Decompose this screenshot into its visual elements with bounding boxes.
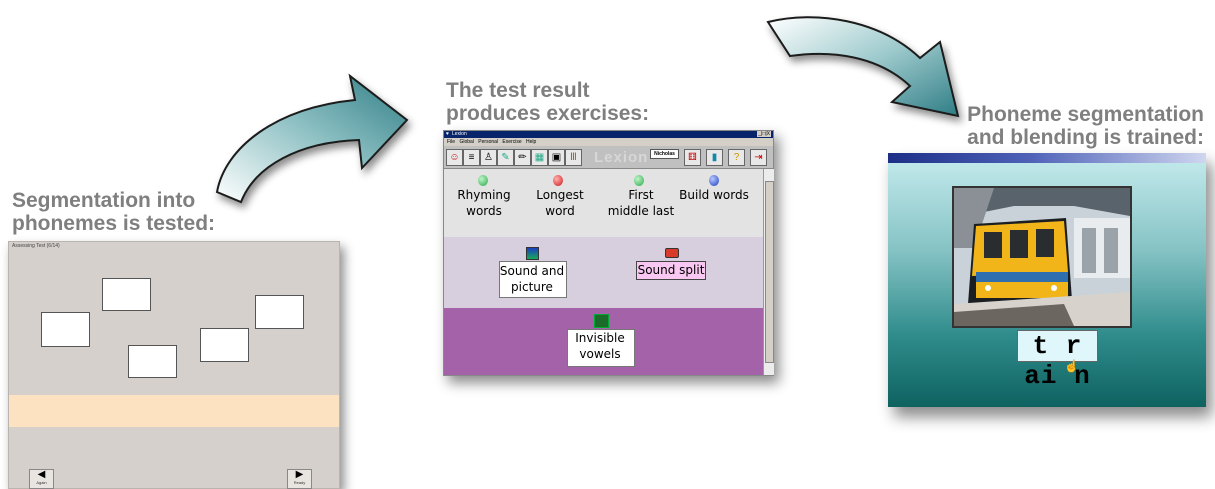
caption-step2-line2: produces exercises: — [446, 102, 650, 125]
hand-cursor-icon: ☝ — [1064, 359, 1079, 373]
window-title: Lexion — [452, 131, 467, 137]
exercise-zone-1: Rhyming words Longest word First middle … — [444, 169, 763, 237]
caption-step2: The test result produces exercises: — [446, 79, 649, 125]
ready-button[interactable]: ▶ Ready — [287, 469, 312, 489]
arrow-step1-to-step2 — [215, 73, 409, 204]
green-dot-icon — [478, 175, 488, 186]
answer-box[interactable] — [255, 295, 304, 329]
caption-step2-line1: The test result — [446, 79, 590, 102]
menu-file[interactable]: File — [447, 139, 455, 145]
toolbar: ☺ ≡ ♙ ✎ ✏ ▦ ▣ Ⅲ Lexion Nicholas ⚅ ▮ ? ⇥ — [444, 146, 773, 169]
picture-icon — [526, 247, 539, 260]
user-name: Nicholas — [650, 149, 679, 159]
book-icon[interactable]: ▣ — [548, 149, 565, 166]
menu-personal[interactable]: Personal — [478, 139, 498, 145]
person-icon[interactable]: ♙ — [480, 149, 497, 166]
caption-step1-line2: phonemes is tested: — [12, 212, 216, 235]
answer-box[interactable] — [102, 278, 151, 311]
exercise-label: Longest — [536, 188, 584, 202]
leaf-icon — [594, 314, 609, 328]
title-bar: ♥ Lexion _|□|X — [444, 131, 773, 138]
exercise-label: Sound and — [499, 264, 565, 278]
answer-box[interactable] — [200, 328, 249, 362]
brush-icon[interactable]: ✎ — [497, 149, 514, 166]
exercise-label: middle last — [607, 204, 675, 218]
caption-step3-line2: and blending is trained: — [967, 126, 1204, 149]
training-window: t r ai n ☝ — [888, 153, 1206, 407]
green-dot-icon — [634, 175, 644, 186]
answer-band — [9, 395, 339, 427]
app-icon: ♥ — [446, 131, 449, 137]
menu-help[interactable]: Help — [526, 139, 536, 145]
exercise-rhyming-words[interactable]: Rhyming words — [448, 187, 520, 219]
exercise-sound-split[interactable]: Sound split — [636, 261, 706, 280]
face-icon[interactable]: ☺ — [446, 149, 463, 166]
exercise-label: Sound split — [637, 263, 705, 277]
scrollbar-thumb[interactable] — [765, 181, 774, 363]
exercise-label: Invisible — [575, 331, 625, 345]
answer-box[interactable] — [128, 345, 177, 378]
vertical-scrollbar[interactable] — [763, 169, 774, 375]
menu-exercise[interactable]: Exercise — [502, 139, 521, 145]
list-icon[interactable]: ≡ — [463, 149, 480, 166]
dice-split-icon — [665, 248, 679, 258]
train-picture — [954, 188, 1130, 326]
ready-label: Ready — [293, 480, 306, 485]
exercise-label: vowels — [579, 347, 621, 361]
exercise-label: Rhyming — [457, 188, 511, 202]
exercise-label: First — [628, 188, 654, 202]
exercise-label: picture — [511, 280, 553, 294]
lexion-logo: Lexion — [594, 149, 649, 166]
menu-bar: File Global Personal Exercise Help — [444, 138, 773, 146]
exercise-zone-3: Invisible vowels — [444, 308, 763, 375]
caption-step3-line1: Phoneme segmentation — [967, 103, 1204, 126]
again-button[interactable]: ◀ Again — [29, 469, 54, 489]
caption-step1: Segmentation into phonemes is tested: — [12, 189, 215, 235]
exercise-sound-and-picture[interactable]: Sound and picture — [499, 263, 565, 295]
exercise-area: Rhyming words Longest word First middle … — [444, 169, 763, 375]
exit-icon[interactable]: ⇥ — [750, 149, 767, 166]
exercise-label: Build words — [679, 188, 749, 202]
exercise-longest-word[interactable]: Longest word — [524, 187, 596, 219]
exercise-build-words[interactable]: Build words — [678, 187, 750, 203]
arrow-right-icon: ▶ — [295, 469, 304, 480]
train-photo — [952, 186, 1132, 328]
books-icon[interactable]: Ⅲ — [565, 149, 582, 166]
again-label: Again — [36, 480, 47, 485]
exercise-first-middle-last[interactable]: First middle last — [602, 187, 680, 219]
lexion-window: ♥ Lexion _|□|X File Global Personal Exer… — [443, 130, 774, 376]
exercise-zone-2: Sound and picture Sound split — [444, 237, 763, 308]
window-controls[interactable]: _|□|X — [757, 131, 771, 137]
help-icon[interactable]: ? — [728, 149, 745, 166]
exercise-label: word — [545, 204, 575, 218]
dice-icon[interactable]: ⚅ — [684, 149, 701, 166]
caption-step1-line1: Segmentation into — [12, 189, 196, 212]
pencil-icon[interactable]: ✏ — [514, 149, 531, 166]
exercise-label: words — [466, 204, 502, 218]
training-title-bar — [888, 153, 1206, 163]
caption-step3: Phoneme segmentation and blending is tra… — [946, 103, 1204, 149]
blue-dot-icon — [709, 175, 719, 186]
edit-icon[interactable]: ▦ — [531, 149, 548, 166]
exercise-invisible-vowels[interactable]: Invisible vowels — [567, 330, 633, 362]
red-dot-icon — [553, 175, 563, 186]
word-display[interactable]: t r ai n — [1017, 330, 1098, 391]
arrow-left-icon: ◀ — [37, 469, 46, 480]
chart-icon[interactable]: ▮ — [706, 149, 723, 166]
assessment-window-title: Assessing Test (6/14) — [12, 243, 60, 249]
assessment-window: Assessing Test (6/14) ◀ Again ▶ Ready — [8, 241, 340, 489]
answer-box[interactable] — [41, 312, 90, 347]
menu-global[interactable]: Global — [459, 139, 473, 145]
